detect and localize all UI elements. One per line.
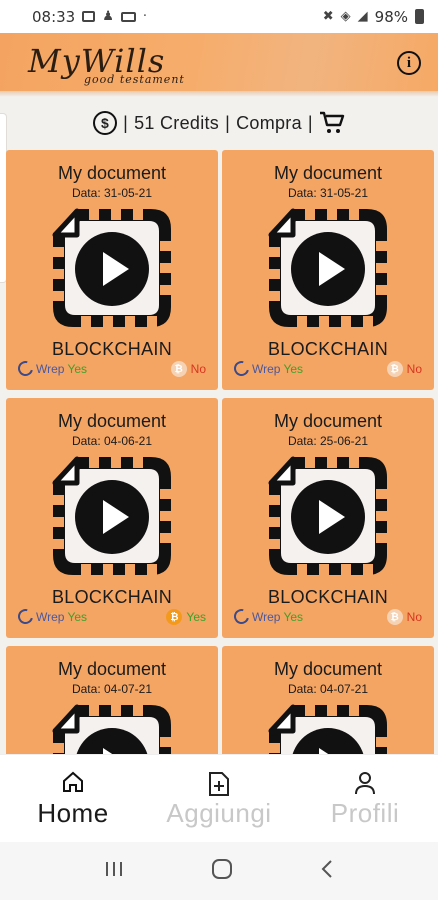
document-grid: My document Data: 31-05-21 BLOCKCHAIN Wrep Y… bbox=[0, 150, 438, 754]
wrep-value: Yes bbox=[283, 361, 304, 376]
bitcoin-value: No bbox=[406, 362, 422, 376]
nav-add[interactable]: Aggiungi bbox=[146, 755, 292, 843]
document-card[interactable]: My document Data: 04-06-21 BLOCKCHAIN Wrep Y… bbox=[6, 398, 218, 638]
laptop-icon bbox=[120, 11, 136, 22]
credits-count: 51 Credits bbox=[134, 112, 220, 133]
bitcoin-value: No bbox=[190, 362, 206, 376]
dot-icon: · bbox=[142, 9, 148, 24]
document-date: Data: 04-07-21 bbox=[287, 682, 369, 696]
nav-profiles-label: Profili bbox=[330, 798, 400, 828]
blockchain-label: BLOCKCHAIN bbox=[51, 339, 173, 359]
bitcoin-status: ₿ No bbox=[386, 609, 422, 625]
document-date: Data: 31-05-21 bbox=[71, 186, 153, 200]
document-card[interactable]: My document Data: 25-06-21 BLOCKCHAIN Wrep Y… bbox=[222, 398, 434, 638]
video-document-icon bbox=[263, 203, 393, 333]
document-date: Data: 31-05-21 bbox=[287, 186, 369, 200]
system-navigation-bar bbox=[0, 842, 438, 900]
shopping-cart-icon[interactable] bbox=[319, 111, 345, 135]
document-title: My document bbox=[273, 163, 383, 183]
bitcoin-status: ₿ No bbox=[170, 361, 206, 377]
video-document-icon bbox=[47, 699, 177, 754]
bitcoin-icon: ₿ bbox=[386, 609, 403, 625]
wrep-icon bbox=[231, 358, 252, 379]
separator: | bbox=[225, 112, 231, 133]
nav-add-label: Aggiungi bbox=[166, 798, 272, 828]
app-subtitle: good testament bbox=[84, 73, 185, 86]
video-document-icon bbox=[47, 451, 177, 581]
document-date: Data: 04-07-21 bbox=[71, 682, 153, 696]
wrep-label: Wrep bbox=[252, 361, 281, 376]
recent-apps-icon[interactable] bbox=[104, 860, 124, 883]
blockchain-label: BLOCKCHAIN bbox=[267, 587, 389, 607]
signal-icon: ◢ bbox=[357, 9, 368, 24]
bitcoin-value: No bbox=[406, 610, 422, 624]
separator: | bbox=[307, 112, 313, 133]
document-title: My document bbox=[273, 411, 383, 431]
document-title: My document bbox=[57, 411, 167, 431]
wrep-icon bbox=[231, 606, 252, 627]
nav-home-label: Home bbox=[37, 798, 109, 828]
wrep-status: Wrep Yes bbox=[231, 606, 304, 627]
wrep-label: Wrep bbox=[36, 609, 65, 624]
wrep-status: Wrep Yes bbox=[15, 358, 88, 379]
home-icon bbox=[61, 771, 85, 798]
bitcoin-icon: ₿ bbox=[166, 609, 183, 625]
document-title: My document bbox=[273, 659, 383, 679]
wrep-value: Yes bbox=[67, 609, 88, 624]
person-icon: ♟ bbox=[102, 9, 114, 24]
document-date: Data: 25-06-21 bbox=[287, 434, 369, 448]
document-card[interactable]: My document Data: 31-05-21 BLOCKCHAIN Wrep Y… bbox=[6, 150, 218, 390]
battery-icon bbox=[415, 9, 424, 24]
status-right: ✖ ◈ ◢ 98% bbox=[323, 8, 424, 26]
nav-profiles[interactable]: Profili bbox=[292, 755, 438, 843]
image-icon bbox=[82, 11, 96, 22]
document-title: My document bbox=[57, 659, 167, 679]
bitcoin-icon: ₿ bbox=[386, 361, 403, 377]
person-icon bbox=[354, 771, 376, 800]
wrep-status: Wrep Yes bbox=[15, 606, 88, 627]
buy-credits-link[interactable]: Compra bbox=[236, 113, 302, 134]
bitcoin-status: ₿ No bbox=[386, 361, 422, 377]
bottom-navigation: Home Aggiungi Profili bbox=[0, 754, 438, 842]
credits-bar: $ | 51 Credits | Compra | bbox=[0, 104, 438, 142]
wrep-icon bbox=[15, 606, 36, 627]
status-bar: 08:33 ♟ · ✖ ◈ ◢ 98% bbox=[0, 0, 438, 33]
document-title: My document bbox=[57, 163, 167, 183]
status-time: 08:33 bbox=[32, 7, 76, 26]
wrep-label: Wrep bbox=[36, 361, 65, 376]
wrep-icon bbox=[15, 358, 36, 379]
wrep-value: Yes bbox=[67, 361, 88, 376]
document-card[interactable]: My document Data: 04-07-21 bbox=[222, 646, 434, 754]
back-icon[interactable] bbox=[320, 859, 334, 884]
battery-level: 98% bbox=[374, 7, 408, 26]
status-left: 08:33 ♟ · bbox=[32, 8, 147, 26]
blockchain-label: BLOCKCHAIN bbox=[267, 339, 389, 359]
wrep-status: Wrep Yes bbox=[231, 358, 304, 379]
home-circle-icon[interactable] bbox=[211, 858, 233, 885]
blockchain-label: BLOCKCHAIN bbox=[51, 587, 173, 607]
video-document-icon bbox=[263, 699, 393, 754]
app-screen: 08:33 ♟ · ✖ ◈ ◢ 98% MyWills good testame… bbox=[0, 0, 438, 900]
wrep-value: Yes bbox=[283, 609, 304, 624]
bitcoin-status: ₿ Yes bbox=[166, 609, 206, 625]
bitcoin-icon: ₿ bbox=[170, 361, 187, 377]
bitcoin-value: Yes bbox=[186, 610, 206, 624]
dollar-circle-icon: $ bbox=[93, 111, 118, 135]
document-card[interactable]: My document Data: 31-05-21 BLOCKCHAIN Wrep Y… bbox=[222, 150, 434, 390]
video-document-icon bbox=[263, 451, 393, 581]
mute-icon: ✖ bbox=[322, 9, 334, 24]
wifi-icon: ◈ bbox=[340, 9, 351, 24]
app-header: MyWills good testament i bbox=[0, 33, 438, 97]
nav-home[interactable]: Home bbox=[0, 755, 146, 843]
separator: | bbox=[123, 112, 129, 133]
document-card[interactable]: My document Data: 04-07-21 bbox=[6, 646, 218, 754]
wrep-label: Wrep bbox=[252, 609, 281, 624]
video-document-icon bbox=[47, 203, 177, 333]
document-date: Data: 04-06-21 bbox=[71, 434, 153, 448]
info-icon[interactable]: i bbox=[397, 51, 421, 75]
